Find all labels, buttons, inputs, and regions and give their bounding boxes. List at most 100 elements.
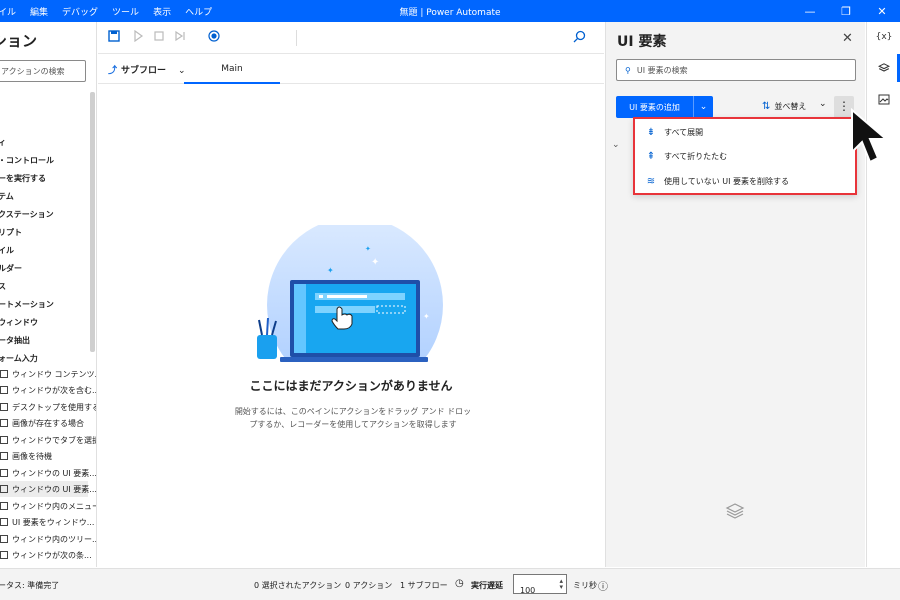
actions-pane: ション アクションの検索 ィ ・コントロール ーを実行する テム クステーション… <box>0 22 97 567</box>
menu-tools[interactable]: ツール <box>105 5 146 18</box>
save-icon[interactable] <box>108 30 120 46</box>
title-bar: イル 編集 デバッグ ツール 表示 ヘルプ 無題 | Power Automat… <box>0 0 900 22</box>
actions-search-input[interactable]: アクションの検索 <box>0 60 86 82</box>
category-item[interactable]: ス <box>0 281 6 292</box>
status-text: ータス: 準備完了 <box>0 581 60 590</box>
category-item[interactable]: ーを実行する <box>0 173 46 184</box>
svg-text:✦: ✦ <box>423 312 430 321</box>
minimize-icon[interactable]: — <box>792 0 828 22</box>
menu-item-expand-all[interactable]: ⇟ すべて展開 <box>645 122 703 142</box>
remove-unused-icon: ≋ <box>646 175 656 187</box>
category-item[interactable]: ィ <box>0 137 6 148</box>
variables-tab[interactable]: {x} <box>867 32 900 42</box>
category-item[interactable]: ータ抽出 <box>0 335 30 346</box>
action-icon <box>0 403 8 411</box>
tab-main[interactable]: Main <box>184 54 280 84</box>
action-item[interactable]: ウィンドウでタブを選択 <box>0 432 96 448</box>
subflow-icon: ⤴ <box>108 66 118 76</box>
action-icon <box>0 502 8 510</box>
collapse-all-icon: ⇞ <box>646 150 656 162</box>
images-tab-icon[interactable] <box>867 94 900 108</box>
category-item[interactable]: クステーション <box>0 209 54 220</box>
flow-canvas[interactable]: ✦ ✦ ✦ ✦ ここにはまだアクションがありません 開始するには、このペインにア… <box>98 85 604 567</box>
status-bar: ータス: 準備完了 0 選択されたアクション 0 アクション 1 サブフロー ◷… <box>0 568 900 600</box>
close-icon[interactable]: ✕ <box>842 31 853 46</box>
menu-item-remove-unused[interactable]: ≋ 使用していない UI 要素を削除する <box>645 171 789 191</box>
subflow-dropdown[interactable]: ⤴ サブフロー ⌄ <box>108 63 186 76</box>
restore-icon[interactable]: ❐ <box>828 0 864 22</box>
action-item[interactable]: 画像を待機 <box>0 448 88 464</box>
menu-file[interactable]: イル <box>0 5 23 18</box>
ui-elements-search-placeholder: UI 要素の検索 <box>636 66 688 75</box>
action-item[interactable]: UI 要素をウィンドウ... <box>0 514 94 530</box>
stop-icon[interactable] <box>153 30 165 46</box>
side-panel-tabs: {x} <box>866 22 900 567</box>
category-item[interactable]: ートメーション <box>0 299 54 310</box>
action-label: UI 要素をウィンドウ... <box>12 517 95 527</box>
add-ui-element-label: UI 要素の追加 <box>616 96 694 118</box>
action-label: 画像を待機 <box>12 451 52 461</box>
chevron-down-icon[interactable]: ⌄ <box>694 102 713 112</box>
menu-help[interactable]: ヘルプ <box>178 5 219 18</box>
run-delay-input[interactable]: 100 ▴ ▾ <box>513 574 567 595</box>
chevron-down-icon[interactable]: ⌄ <box>819 99 827 109</box>
subflows-count: 1 サブフロー <box>400 581 448 590</box>
close-window-icon[interactable]: ✕ <box>864 0 900 22</box>
category-item[interactable]: ・コントロール <box>0 155 54 166</box>
action-label: ウィンドウの UI 要素... <box>12 468 97 478</box>
svg-text:✦: ✦ <box>371 257 379 268</box>
sort-button[interactable]: ⇅ 並べ替え <box>762 101 806 112</box>
sort-label: 並べ替え <box>774 102 807 111</box>
action-icon <box>0 436 8 444</box>
category-item[interactable]: ォーム入力 <box>0 353 38 364</box>
subflow-tabs: ⤴ サブフロー ⌄ Main <box>98 54 604 84</box>
action-icon <box>0 386 8 394</box>
run-icon[interactable] <box>132 29 144 46</box>
action-icon <box>0 469 8 477</box>
action-item[interactable]: ウィンドウ コンテンツ... <box>0 366 96 382</box>
next-step-icon[interactable] <box>174 30 186 46</box>
action-item[interactable]: ウィンドウ内のツリー... <box>0 531 96 547</box>
action-label: ウィンドウでタブを選択 <box>12 435 97 445</box>
clock-icon: ◷ <box>455 578 464 589</box>
category-item[interactable]: イル <box>0 245 14 256</box>
action-label: ウィンドウ コンテンツ... <box>12 369 97 379</box>
menu-edit[interactable]: 編集 <box>23 5 55 18</box>
menu-item-collapse-all[interactable]: ⇞ すべて折りたたむ <box>645 146 727 166</box>
recorder-icon[interactable] <box>208 30 220 46</box>
window-controls: — ❐ ✕ <box>792 0 900 22</box>
category-item[interactable]: テム <box>0 191 14 202</box>
run-delay-value: 100 <box>520 586 536 595</box>
action-item[interactable]: ウィンドウ内のメニュー... <box>0 498 96 514</box>
action-item[interactable]: デスクトップを使用する <box>0 399 96 415</box>
action-icon <box>0 419 8 427</box>
actions-search-placeholder: アクションの検索 <box>1 67 65 76</box>
action-label: ウィンドウの UI 要素... <box>12 484 97 494</box>
search-icon[interactable] <box>573 30 586 47</box>
tree-expander-icon[interactable]: ⌄ <box>612 140 620 150</box>
info-icon[interactable]: ⓘ <box>598 578 608 593</box>
ui-elements-search-input[interactable]: ⚲ UI 要素の検索 <box>616 59 856 81</box>
action-item[interactable]: 画像が存在する場合 <box>0 415 88 431</box>
category-item[interactable]: ウィンドウ <box>0 317 38 328</box>
action-item[interactable]: ウィンドウが次の条... <box>0 547 92 563</box>
search-icon: ⚲ <box>625 66 631 75</box>
spinner-icon[interactable]: ▴ ▾ <box>559 578 563 591</box>
category-item[interactable]: ルダー <box>0 263 22 274</box>
action-label: ウィンドウが次の条... <box>12 550 92 560</box>
ui-elements-tab-icon[interactable] <box>867 62 900 77</box>
action-item[interactable]: ウィンドウの UI 要素... <box>0 481 96 497</box>
menu-debug[interactable]: デバッグ <box>55 5 105 18</box>
actions-scrollbar[interactable] <box>90 92 95 352</box>
action-label: 画像が存在する場合 <box>12 418 84 428</box>
action-item[interactable]: ウィンドウの UI 要素... <box>0 465 96 481</box>
svg-text:✦: ✦ <box>365 245 371 253</box>
action-item[interactable]: ウィンドウが次を含む... <box>0 382 96 398</box>
empty-state-title: ここにはまだアクションがありません <box>249 379 453 393</box>
action-icon <box>0 535 8 543</box>
action-label: ウィンドウが次を含む... <box>12 385 97 395</box>
action-icon <box>0 551 8 559</box>
category-item[interactable]: リプト <box>0 227 22 238</box>
add-ui-element-button[interactable]: UI 要素の追加 ⌄ <box>616 96 713 118</box>
menu-view[interactable]: 表示 <box>146 5 178 18</box>
